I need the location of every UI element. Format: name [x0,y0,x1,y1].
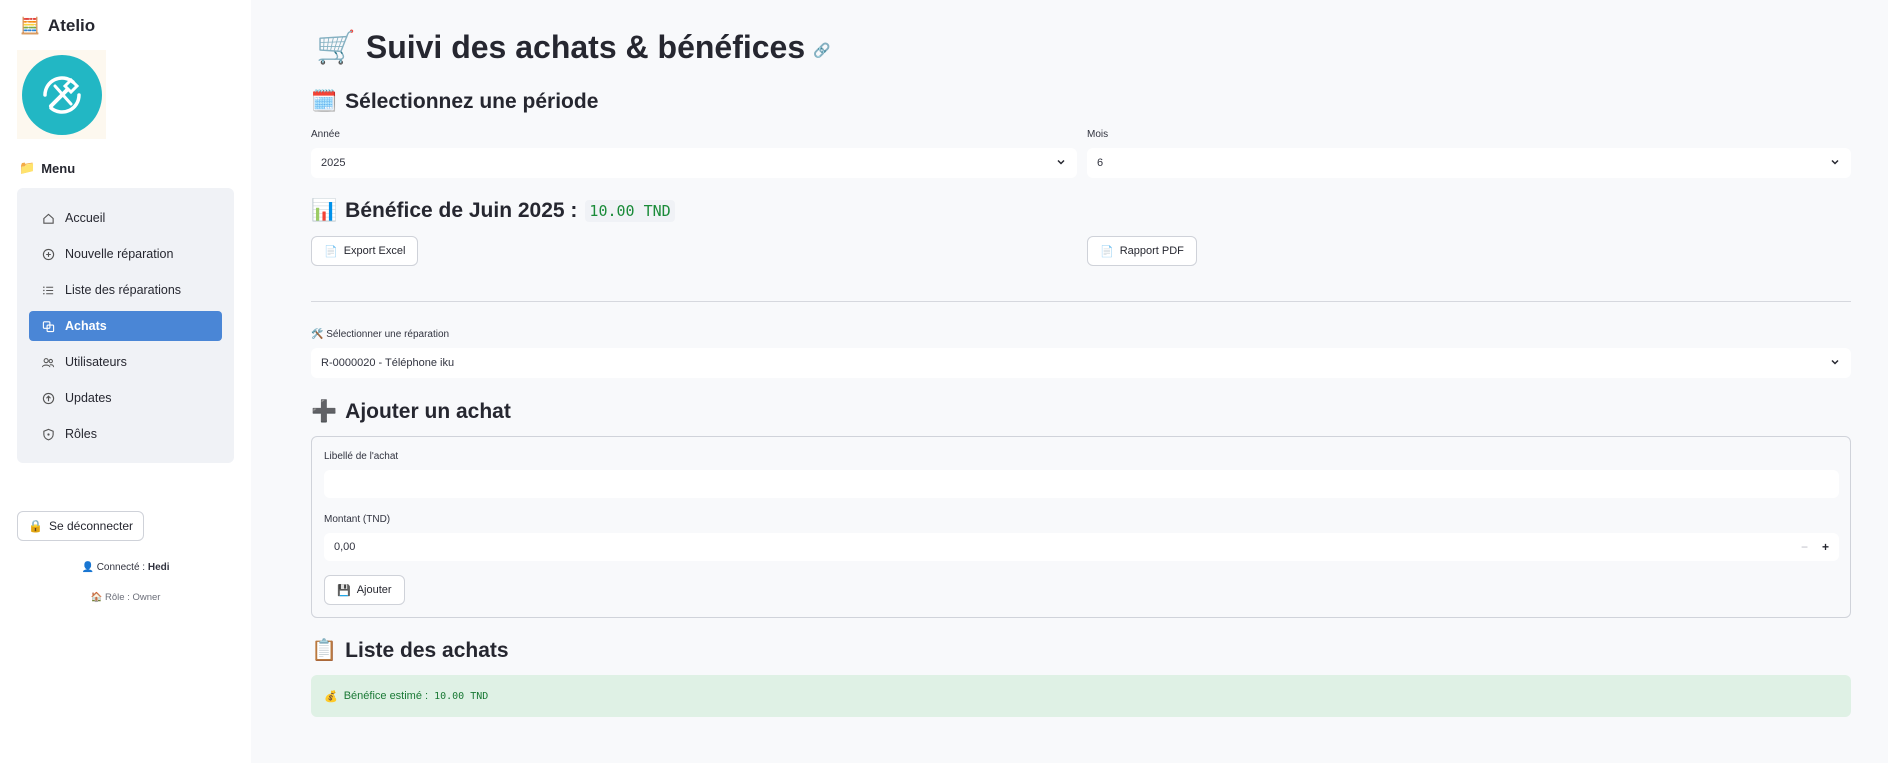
decrement-button[interactable]: − [1801,540,1808,554]
logout-label: Se déconnecter [48,519,134,533]
estimated-benefit-alert: 💰 Bénéfice estimé : 10.00 TND [311,675,1851,717]
link-icon[interactable]: 🔗 [813,42,830,59]
repair-select-value: R-0000020 - Téléphone iku [321,357,455,369]
sidebar-item-liste-reparations[interactable]: Liste des réparations [29,275,222,305]
year-select-value: 2025 [321,157,346,169]
plus-circle-icon [41,247,55,261]
estimated-benefit-label: Bénéfice estimé : [343,690,429,702]
export-excel-label: Export Excel [343,245,406,257]
calendar-icon: 🗓️ [311,90,338,113]
connected-user: 👤 Connecté : Hedi [0,562,251,573]
benefit-heading: 📊 Bénéfice de Juin 2025 : 10.00 TND [311,199,675,223]
month-select[interactable]: 6 [1087,148,1851,178]
month-select-value: 6 [1097,157,1104,169]
montant-stepper: − + [1801,533,1829,561]
benefit-value: 10.00 TND [585,200,675,222]
brand: 🧮 Atelio [20,16,95,36]
libelle-input[interactable] [324,470,1839,498]
purchase-list-heading-text: Liste des achats [345,639,509,662]
sidebar-item-roles[interactable]: Rôles [29,419,222,449]
benefit-heading-text: Bénéfice de Juin 2025 : [345,199,578,222]
shield-icon [41,427,55,441]
export-excel-button[interactable]: 📄 Export Excel [311,236,419,266]
document-icon: 📄 [1100,245,1114,258]
home-icon [41,211,55,225]
ajouter-button[interactable]: 💾 Ajouter [324,575,405,605]
page-title: 🛒 Suivi des achats & bénéfices 🔗 [316,28,831,66]
rapport-pdf-label: Rapport PDF [1119,245,1184,257]
purchase-list-heading: 📋 Liste des achats [311,639,509,663]
sidebar-item-label: Liste des réparations [65,283,182,297]
money-bag-icon: 💰 [324,690,338,703]
bar-chart-icon: 📊 [311,199,338,222]
divider [311,301,1851,302]
role-text: Rôle : Owner [105,592,161,603]
cart-icon: 🛒 [316,29,356,65]
add-purchase-heading: ➕ Ajouter un achat [311,400,511,424]
sidebar-item-label: Accueil [65,211,106,225]
rapport-pdf-button[interactable]: 📄 Rapport PDF [1087,236,1197,266]
chevron-down-icon [1829,156,1841,171]
estimated-benefit-value: 10.00 TND [434,690,489,702]
users-icon [41,355,55,369]
plus-icon: ➕ [311,400,338,423]
wrench-screwdriver-logo-icon [21,54,102,135]
period-heading-text: Sélectionnez une période [345,90,599,113]
user-role: 🏠 Rôle : Owner [0,592,251,603]
add-purchase-form: Libellé de l'achat Montant (TND) 0,00 − … [311,436,1851,618]
app-logo [17,50,106,139]
abacus-icon: 🧮 [20,18,40,35]
tools-icon: 🛠️ [311,329,324,340]
libelle-label: Libellé de l'achat [324,451,399,462]
repair-select[interactable]: R-0000020 - Téléphone iku [311,348,1851,378]
lock-icon: 🔒 [28,519,43,533]
sidebar-item-nouvelle-reparation[interactable]: Nouvelle réparation [29,239,222,269]
purchases-icon [41,319,55,333]
year-label: Année [311,129,340,140]
montant-label: Montant (TND) [324,514,391,525]
increment-button[interactable]: + [1822,540,1829,554]
sidebar-item-accueil[interactable]: Accueil [29,203,222,233]
month-label: Mois [1087,129,1109,140]
main-content: 🛒 Suivi des achats & bénéfices 🔗 🗓️ Séle… [251,0,1888,763]
sidebar-item-label: Updates [65,391,112,405]
sidebar: 🧮 Atelio 📁 Menu Accueil Nouvelle réparat… [0,0,251,763]
arrow-up-circle-icon [41,391,55,405]
sidebar-item-label: Nouvelle réparation [65,247,174,261]
brand-name: Atelio [47,16,96,35]
sidebar-item-label: Achats [65,319,107,333]
add-purchase-heading-text: Ajouter un achat [345,400,511,423]
sidebar-item-updates[interactable]: Updates [29,383,222,413]
sidebar-item-achats[interactable]: Achats [29,311,222,341]
connected-prefix: Connecté : [96,562,146,573]
year-select[interactable]: 2025 [311,148,1077,178]
repair-select-label: 🛠️ Sélectionner une réparation [311,329,449,340]
house-icon: 🏠 [90,592,103,603]
menu-title-label: Menu [41,160,76,176]
page-title-text: Suivi des achats & bénéfices [365,28,806,65]
sidebar-item-utilisateurs[interactable]: Utilisateurs [29,347,222,377]
menu-title: 📁 Menu [19,160,75,176]
ajouter-label: Ajouter [356,584,392,596]
list-icon [41,283,55,297]
chevron-down-icon [1829,356,1841,371]
nav-menu: Accueil Nouvelle réparation Liste des ré… [17,188,234,463]
folder-icon: 📁 [19,160,36,175]
document-icon: 📄 [324,245,338,258]
connected-username: Hedi [147,562,170,573]
period-heading: 🗓️ Sélectionnez une période [311,90,598,114]
user-icon: 👤 [81,562,94,573]
chevron-down-icon [1055,156,1067,171]
montant-input[interactable]: 0,00 − + [324,533,1839,561]
sidebar-item-label: Utilisateurs [65,355,127,369]
clipboard-icon: 📋 [311,639,338,662]
logout-button[interactable]: 🔒 Se déconnecter [17,511,145,541]
sidebar-item-label: Rôles [65,427,97,441]
repair-select-label-text: Sélectionner une réparation [326,329,450,340]
save-icon: 💾 [337,584,351,597]
montant-value: 0,00 [334,541,356,553]
